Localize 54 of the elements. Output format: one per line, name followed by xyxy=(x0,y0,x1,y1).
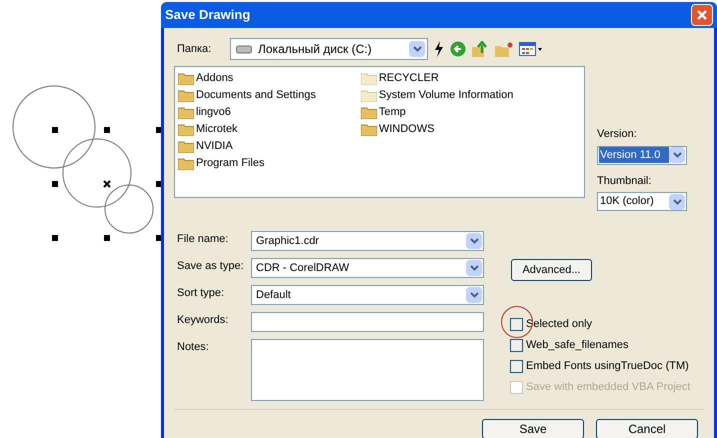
version-dropdown[interactable]: Version 11.0 xyxy=(597,146,687,164)
folder-item[interactable]: Program Files xyxy=(178,155,316,172)
checkbox-label: Embed Fonts usingTrueDoc (TM) xyxy=(526,359,689,374)
folder-item[interactable]: Documents and Settings xyxy=(178,87,316,104)
thumbnail-dropdown[interactable]: 10K (color) xyxy=(597,192,687,211)
window-title: Save Drawing xyxy=(165,6,250,24)
folder-icon xyxy=(178,140,194,153)
checkbox-label: Save with embedded VBA Project xyxy=(526,380,690,396)
folder-icon xyxy=(178,123,194,136)
folder-icon xyxy=(178,72,194,85)
version-label: Version: xyxy=(597,127,638,142)
field-label: Sort type: xyxy=(177,286,226,301)
field-label: File name: xyxy=(177,232,230,247)
checkbox[interactable] xyxy=(510,318,523,331)
view-menu-icon[interactable] xyxy=(519,42,543,56)
folder-item[interactable]: System Volume Information xyxy=(360,87,514,104)
checkbox[interactable] xyxy=(510,339,523,352)
folder-icon xyxy=(360,106,377,119)
folder-label: Папка: xyxy=(177,42,212,57)
folder-icon xyxy=(178,106,194,119)
folder-item[interactable]: lingvo6 xyxy=(178,104,316,121)
folder-dropdown[interactable]: Локальный диск (C:) xyxy=(230,38,428,60)
field-label: Keywords: xyxy=(177,313,230,328)
combo-field[interactable]: Graphic1.cdr xyxy=(251,231,484,251)
folder-icon xyxy=(360,123,377,136)
folder-item[interactable]: RECYCLER xyxy=(360,70,514,87)
combo-field[interactable]: CDR - CorelDRAW xyxy=(251,258,484,278)
thumbnail-label: Thumbnail: xyxy=(597,174,652,188)
checkbox-label: Web_safe_filenames xyxy=(526,338,629,354)
folder-icon xyxy=(360,72,377,85)
close-button[interactable] xyxy=(691,4,713,26)
folder-icon xyxy=(178,89,194,102)
dialog-button[interactable]: Cancel xyxy=(596,419,698,438)
lightning-icon[interactable] xyxy=(434,41,444,57)
close-icon[interactable] xyxy=(696,9,708,21)
new-folder-icon[interactable] xyxy=(495,42,513,56)
drive-icon xyxy=(236,44,252,54)
advanced-button[interactable]: Advanced... xyxy=(511,259,592,281)
folder-item[interactable]: Temp xyxy=(360,104,514,121)
text-field[interactable] xyxy=(251,312,484,332)
folder-item[interactable]: Microtek xyxy=(178,121,316,138)
folder-up-icon[interactable] xyxy=(472,40,489,58)
dialog-button[interactable]: Save xyxy=(482,419,584,438)
folder-item[interactable]: Addons xyxy=(178,70,316,87)
folder-item[interactable]: NVIDIA xyxy=(178,138,316,155)
folder-item[interactable]: WINDOWS xyxy=(360,121,514,138)
field-label: Notes: xyxy=(177,340,210,355)
checkbox[interactable] xyxy=(510,360,523,373)
combo-field[interactable]: Default xyxy=(251,285,484,305)
notes-field[interactable] xyxy=(251,339,484,401)
back-icon[interactable] xyxy=(450,41,466,57)
folder-icon xyxy=(360,89,377,102)
folder-icon xyxy=(178,157,194,170)
field-label: Save as type: xyxy=(177,259,245,274)
